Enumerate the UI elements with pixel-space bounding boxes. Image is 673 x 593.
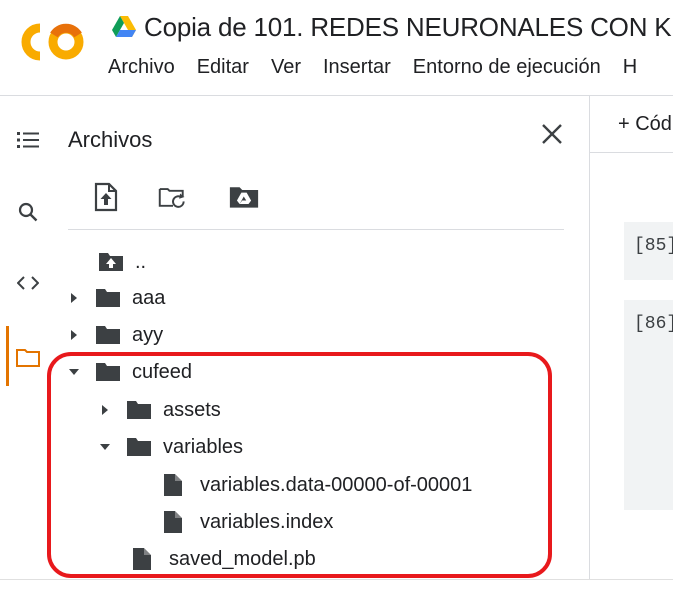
tree-item-label: variables.data-00000-of-00001 — [200, 473, 473, 496]
folder-icon — [95, 324, 121, 346]
folder-icon — [95, 361, 121, 383]
tree-item-label: variables.index — [200, 510, 334, 533]
active-tab-indicator — [6, 326, 9, 386]
file-icon — [163, 511, 189, 533]
folder-icon — [95, 287, 121, 309]
notebook-toolbar-divider — [590, 152, 673, 153]
panel-toolbar-divider — [68, 229, 564, 230]
tree-item-label: variables — [163, 435, 244, 458]
close-icon[interactable] — [538, 120, 566, 148]
file-icon — [163, 474, 189, 496]
file-icon — [132, 548, 158, 570]
cell-execution-count: [86] — [634, 314, 673, 334]
table-of-contents-icon[interactable] — [10, 122, 46, 158]
menu-entorno-de-ejecucion[interactable]: Entorno de ejecución — [413, 56, 601, 79]
chevron-down-icon[interactable] — [67, 365, 81, 379]
tree-item-folder[interactable]: variables — [98, 430, 243, 464]
tree-item-label: .. — [135, 250, 147, 273]
bottom-divider — [0, 579, 673, 580]
files-panel-title: Archivos — [68, 127, 153, 152]
folder-icon — [126, 436, 152, 458]
tree-item-folder[interactable]: assets — [98, 393, 221, 427]
tree-item-file[interactable]: variables.data-00000-of-00001 — [163, 468, 472, 502]
chevron-right-icon[interactable] — [67, 291, 81, 305]
chevron-down-icon[interactable] — [98, 440, 112, 454]
tree-item-folder[interactable]: ayy — [67, 318, 163, 352]
colab-logo[interactable] — [18, 18, 86, 66]
panel-divider[interactable] — [589, 96, 590, 579]
search-icon[interactable] — [10, 194, 46, 230]
folder-up-icon — [98, 251, 124, 273]
tree-item-file[interactable]: saved_model.pb — [132, 542, 316, 576]
chevron-right-icon[interactable] — [67, 328, 81, 342]
tree-item-label: aaa — [132, 286, 166, 309]
files-folder-icon[interactable] — [10, 339, 46, 375]
code-cell[interactable]: [86] — [624, 300, 673, 510]
title-row: Copia de 101. REDES NEURONALES CON K — [112, 10, 672, 44]
menu-editar[interactable]: Editar — [197, 56, 249, 79]
menu-ver[interactable]: Ver — [271, 56, 301, 79]
tree-item-label: cufeed — [132, 360, 193, 383]
tree-item-label: ayy — [132, 323, 164, 346]
add-code-button[interactable]: + Cód — [618, 113, 672, 136]
tree-item-parent[interactable]: .. — [98, 245, 146, 279]
tree-item-label: saved_model.pb — [169, 547, 316, 570]
upload-file-icon[interactable] — [91, 181, 121, 213]
notebook-title[interactable]: Copia de 101. REDES NEURONALES CON K — [144, 12, 672, 43]
google-drive-icon — [112, 16, 136, 38]
tree-item-file[interactable]: variables.index — [163, 505, 333, 539]
tree-item-folder[interactable]: aaa — [67, 281, 165, 315]
code-snippets-icon[interactable] — [10, 265, 46, 301]
tree-item-label: assets — [163, 398, 221, 421]
tree-item-folder[interactable]: cufeed — [67, 355, 192, 389]
refresh-folder-icon[interactable] — [158, 181, 188, 213]
menu-bar: Archivo Editar Ver Insertar Entorno de e… — [108, 56, 659, 79]
folder-icon — [126, 399, 152, 421]
menu-ayuda[interactable]: H — [623, 56, 637, 79]
cell-execution-count: [85] — [634, 236, 673, 256]
code-cell[interactable]: [85] — [624, 222, 673, 280]
menu-archivo[interactable]: Archivo — [108, 56, 175, 79]
chevron-right-icon[interactable] — [98, 403, 112, 417]
menu-insertar[interactable]: Insertar — [323, 56, 391, 79]
header-divider — [0, 95, 673, 96]
mount-drive-icon[interactable] — [229, 181, 259, 213]
